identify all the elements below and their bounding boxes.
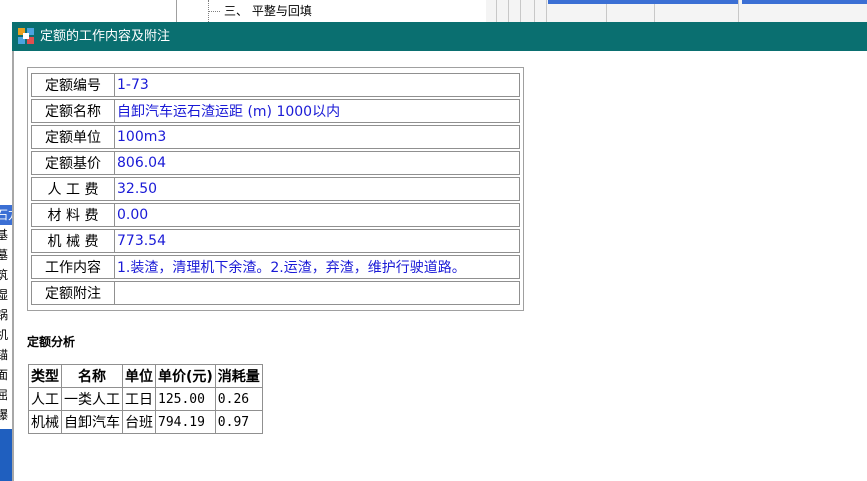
quota-name-value: 自卸汽车运石渣运距 (m) 1000以内 <box>115 99 520 123</box>
info-row: 定额单位 100m3 <box>31 125 520 149</box>
info-label: 定额名称 <box>31 99 115 123</box>
quota-analysis-table: 类型 名称 单位 单价(元) 消耗量 人工 一类人工 工日 125.00 0.2… <box>28 364 263 434</box>
info-label: 定额附注 <box>31 281 115 305</box>
info-row: 定额编号 1-73 <box>31 73 520 97</box>
info-label: 材 料 费 <box>31 203 115 227</box>
info-label: 人 工 费 <box>31 177 115 201</box>
quota-info-dialog: 定额的工作内容及附注 定额编号 1-73 定额名称 自卸汽车运石渣运距 (m) … <box>12 22 867 481</box>
unit-price-cell: 794.19 <box>155 410 216 434</box>
info-row: 机 械 费 773.54 <box>31 229 520 253</box>
base-price-value: 806.04 <box>115 151 520 175</box>
unit-price-cell: 125.00 <box>155 387 216 411</box>
info-row: 定额名称 自卸汽车运石渣运距 (m) 1000以内 <box>31 99 520 123</box>
info-label: 工作内容 <box>31 255 115 279</box>
quota-info-table: 定额编号 1-73 定额名称 自卸汽车运石渣运距 (m) 1000以内 定额单位… <box>31 71 520 307</box>
info-row: 定额附注 <box>31 281 520 305</box>
column-header: 类型 <box>28 364 62 388</box>
type-cell: 人工 <box>28 387 62 411</box>
name-cell: 一类人工 <box>61 387 123 411</box>
quota-number-value: 1-73 <box>115 73 520 97</box>
info-label: 定额基价 <box>31 151 115 175</box>
info-row: 定额基价 806.04 <box>31 151 520 175</box>
unit-cell: 台班 <box>122 410 156 434</box>
app-icon <box>18 28 34 44</box>
machine-cost-value: 773.54 <box>115 229 520 253</box>
analysis-heading: 定额分析 <box>27 335 76 349</box>
table-header-row: 类型 名称 单位 单价(元) 消耗量 <box>28 364 263 388</box>
dialog-content: 定额编号 1-73 定额名称 自卸汽车运石渣运距 (m) 1000以内 定额单位… <box>12 51 867 481</box>
info-label: 定额单位 <box>31 125 115 149</box>
quota-info-panel: 定额编号 1-73 定额名称 自卸汽车运石渣运距 (m) 1000以内 定额单位… <box>27 67 524 311</box>
column-header: 单位 <box>122 364 156 388</box>
labor-cost-value: 32.50 <box>115 177 520 201</box>
dialog-title-bar[interactable]: 定额的工作内容及附注 <box>12 22 867 51</box>
info-row: 材 料 费 0.00 <box>31 203 520 227</box>
column-header: 单价(元) <box>155 364 216 388</box>
info-label: 定额编号 <box>31 73 115 97</box>
background-selected-row <box>548 0 738 4</box>
info-label: 机 械 费 <box>31 229 115 253</box>
info-row: 人 工 费 32.50 <box>31 177 520 201</box>
quota-note-value <box>115 281 520 305</box>
background-selected-row <box>742 0 867 4</box>
material-cost-value: 0.00 <box>115 203 520 227</box>
tree-connector-h <box>208 11 220 13</box>
table-row: 机械 自卸汽车 台班 794.19 0.97 <box>28 410 263 434</box>
column-header: 消耗量 <box>214 364 263 388</box>
work-content-value: 1.装渣，清理机下余渣。2.运渣，弃渣，维护行驶道路。 <box>115 255 520 279</box>
consumption-cell: 0.26 <box>214 387 263 411</box>
type-cell: 机械 <box>28 410 62 434</box>
column-header: 名称 <box>61 364 123 388</box>
name-cell: 自卸汽车 <box>61 410 123 434</box>
table-row: 人工 一类人工 工日 125.00 0.26 <box>28 387 263 411</box>
background-toolbar-area: 三、 平整与回填 <box>0 0 867 22</box>
quota-unit-value: 100m3 <box>115 125 520 149</box>
unit-cell: 工日 <box>122 387 156 411</box>
background-tree-panel <box>176 0 488 22</box>
dialog-title: 定额的工作内容及附注 <box>40 29 171 44</box>
background-tree-item[interactable]: 三、 平整与回填 <box>224 2 312 19</box>
info-row: 工作内容 1.装渣，清理机下余渣。2.运渣，弃渣，维护行驶道路。 <box>31 255 520 279</box>
consumption-cell: 0.97 <box>214 410 263 434</box>
dialog-border <box>12 51 14 481</box>
